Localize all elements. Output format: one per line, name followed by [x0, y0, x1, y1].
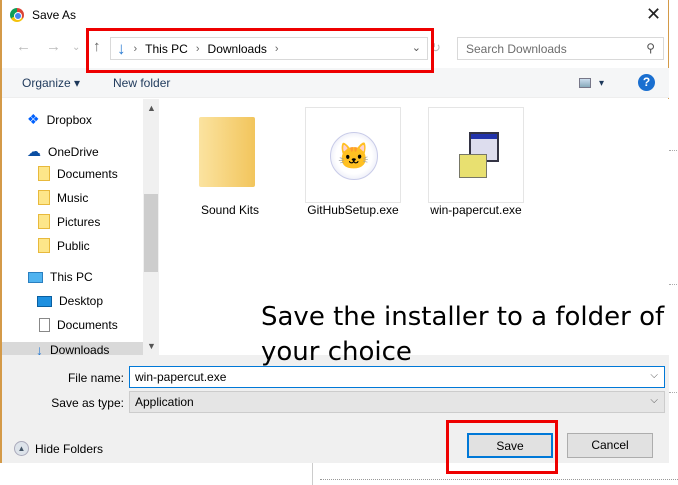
save-as-type-value: Application	[135, 395, 194, 409]
hide-folders-button[interactable]: ▲ Hide Folders	[14, 441, 103, 456]
sidebar-item-documents-pc[interactable]: Documents	[39, 318, 118, 332]
sidebar-item-desktop[interactable]: Desktop	[37, 294, 103, 308]
window-title: Save As	[32, 8, 77, 22]
instruction-annotation: Save the installer to a folder of your c…	[261, 302, 665, 367]
chrome-icon	[10, 8, 24, 22]
divider	[669, 392, 678, 393]
cancel-button[interactable]: Cancel	[567, 433, 653, 458]
sidebar-item-dropbox[interactable]: ❖ Dropbox	[27, 111, 92, 128]
onedrive-icon: ☁	[27, 143, 41, 159]
document-icon	[39, 318, 50, 332]
sidebar-item-label: Desktop	[59, 294, 104, 308]
sidebar-item-downloads[interactable]: ↓ Downloads	[2, 342, 143, 355]
folder-icon	[38, 190, 50, 205]
sidebar-item-music[interactable]: Music	[38, 190, 88, 205]
organize-button[interactable]: Organize ▾	[22, 76, 80, 90]
close-button[interactable]: ✕	[646, 4, 661, 25]
new-folder-button[interactable]: New folder	[113, 76, 170, 90]
chevron-up-icon: ▲	[14, 441, 29, 456]
file-name-label: File name:	[67, 371, 124, 385]
sidebar-item-label: This PC	[50, 270, 93, 284]
file-name[interactable]: GitHubSetup.exe	[293, 203, 413, 217]
download-icon: ↓	[36, 342, 43, 355]
sidebar-item-label: Pictures	[57, 214, 101, 229]
sidebar-item-onedrive[interactable]: ☁ OneDrive	[27, 143, 99, 160]
file-tile-github[interactable]: 🐱	[305, 107, 401, 203]
sidebar-item-label: Music	[57, 190, 89, 205]
save-as-type-select[interactable]: Application ⌵	[129, 391, 665, 413]
hide-folders-label: Hide Folders	[35, 441, 104, 456]
file-name[interactable]: win-papercut.exe	[416, 203, 536, 217]
sidebar-item-label: Downloads	[50, 343, 110, 355]
desktop-icon	[37, 295, 52, 307]
chevron-down-icon[interactable]: ⌵	[650, 370, 658, 381]
save-as-type-label: Save as type:	[51, 396, 124, 410]
search-icon[interactable]: ⚲	[646, 41, 655, 55]
sidebar-item-documents[interactable]: Documents	[38, 166, 118, 181]
folder-icon[interactable]	[199, 117, 255, 187]
divider	[669, 150, 678, 151]
background-page-bottom	[0, 463, 678, 485]
back-button[interactable]: ←	[16, 38, 31, 55]
github-icon: 🐱	[330, 132, 378, 180]
computer-icon	[28, 271, 43, 283]
folder-icon	[38, 238, 50, 253]
forward-button[interactable]: →	[46, 38, 61, 55]
folder-icon	[38, 214, 50, 229]
sidebar-item-label: Dropbox	[46, 112, 92, 127]
sidebar-item-label: Documents	[57, 166, 118, 181]
search-input[interactable]: Search Downloads ⚲	[457, 37, 664, 60]
dropbox-icon: ❖	[27, 111, 40, 127]
sidebar-item-public[interactable]: Public	[38, 238, 90, 253]
file-name-value: win-papercut.exe	[135, 370, 227, 384]
sidebar-item-pictures[interactable]: Pictures	[38, 214, 100, 229]
sidebar-item-label: Public	[57, 238, 90, 253]
title-bar: Save As	[10, 8, 76, 22]
sidebar-item-label: OneDrive	[48, 144, 99, 159]
search-placeholder: Search Downloads	[466, 42, 567, 56]
help-button[interactable]: ?	[638, 74, 655, 91]
folder-icon	[38, 166, 50, 181]
recent-locations-button[interactable]: ⌄	[72, 42, 80, 53]
view-dropdown[interactable]: ▾	[599, 78, 604, 89]
scrollbar-thumb[interactable]	[144, 194, 158, 272]
sidebar-scrollbar[interactable]: ▲ ▼	[143, 99, 159, 355]
scroll-up-icon[interactable]: ▲	[147, 103, 156, 113]
file-name[interactable]: Sound Kits	[170, 203, 290, 217]
navigation-pane: ❖ Dropbox ☁ OneDrive Documents Music Pictu…	[2, 99, 143, 355]
highlight-box-address	[86, 28, 434, 73]
sidebar-item-this-pc[interactable]: This PC	[28, 270, 93, 284]
view-icon[interactable]	[579, 78, 591, 88]
scroll-down-icon[interactable]: ▼	[147, 341, 156, 351]
chevron-down-icon[interactable]: ⌵	[650, 395, 658, 406]
file-tile-papercut[interactable]	[428, 107, 524, 203]
installer-icon	[459, 132, 499, 178]
sidebar-item-label: Documents	[57, 318, 118, 332]
highlight-box-save	[446, 420, 558, 474]
background-page	[668, 0, 678, 485]
divider	[669, 284, 678, 285]
